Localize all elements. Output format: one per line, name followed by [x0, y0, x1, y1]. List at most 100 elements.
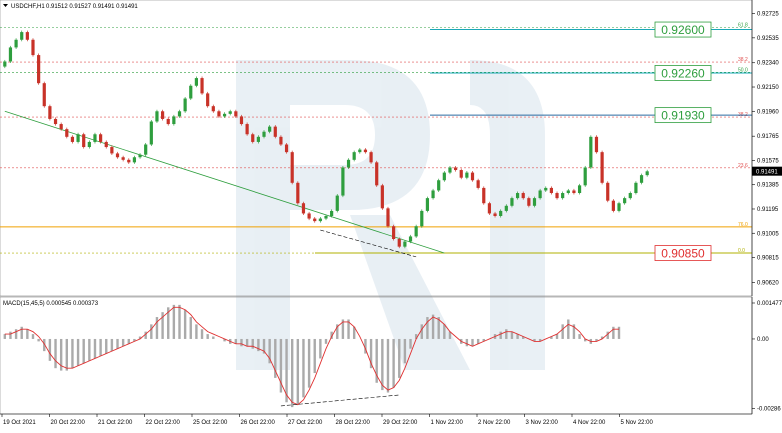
y-tick-label: 0.91575: [757, 158, 779, 164]
candle-body: [217, 111, 221, 117]
candle-body: [301, 203, 306, 214]
chart-window: 61.8 38.2 50.0 38.2 23.6 76.0 0.0 0.92600 0.9226…: [0, 0, 782, 428]
price-y-axis: 0.92725 0.92535 0.92340 0.92150 0.91960 0.917…: [751, 0, 782, 296]
candle-body: [386, 208, 390, 227]
watermark-logo: [236, 60, 545, 370]
candle-body: [211, 106, 215, 112]
macd-y-tick-label: -0.00286: [757, 407, 781, 413]
macd-y-tick-label: 0.001477: [757, 301, 782, 307]
candle-body: [87, 141, 91, 148]
candle-body: [369, 152, 373, 163]
candle-body: [189, 85, 193, 99]
candle-body: [437, 180, 441, 191]
candle-body: [138, 154, 142, 158]
macd-y-tick-label: 0.00: [757, 337, 769, 343]
x-tick-label: 5 Nov 22:00: [621, 420, 654, 426]
candle-body: [504, 205, 508, 211]
candle-body: [3, 61, 7, 67]
candle-body: [555, 193, 559, 199]
candle-body: [431, 190, 435, 199]
candle-body: [200, 78, 204, 94]
candle-body: [617, 203, 621, 211]
candle-body: [149, 121, 153, 145]
candle-body: [414, 226, 418, 237]
target-label: 0.92260: [661, 66, 705, 80]
candle-body: [482, 187, 486, 204]
candle-body: [155, 111, 159, 122]
candle-body: [256, 136, 260, 142]
candle-body: [25, 32, 29, 40]
candle-body: [352, 152, 356, 160]
current-price-label: 0.91491: [756, 169, 778, 175]
time-x-axis: 19 Oct 2021 20 Oct 22:00 21 Oct 22:00 22 Oc…: [1, 414, 654, 426]
x-tick-label: 28 Oct 22:00: [336, 420, 371, 426]
fib-level-label: 50.0: [738, 67, 748, 73]
candle-body: [262, 131, 266, 137]
y-tick-label: 0.91195: [757, 207, 779, 213]
candle-body: [515, 193, 520, 199]
candle-body: [606, 182, 610, 201]
candle-body: [121, 157, 125, 160]
candle-body: [160, 111, 165, 119]
candle-body: [206, 93, 210, 107]
fib-level-label: 76.0: [738, 222, 748, 228]
candle-body: [330, 210, 334, 217]
candle-body: [611, 200, 615, 211]
candle-body: [279, 136, 283, 145]
y-tick-label: 0.91005: [757, 231, 779, 237]
candle-body: [577, 185, 582, 194]
candle-body: [70, 136, 75, 142]
triangle-down-icon[interactable]: [3, 4, 8, 7]
candle-body: [194, 78, 198, 86]
candle-body: [589, 136, 593, 168]
candle-body: [110, 147, 114, 154]
candle-body: [222, 113, 227, 117]
candle-body: [600, 152, 604, 183]
x-tick-label: 26 Oct 22:00: [241, 420, 276, 426]
candle-body: [48, 106, 52, 119]
candle-body: [465, 172, 469, 178]
candle-body: [470, 172, 475, 181]
x-tick-label: 22 Oct 22:00: [146, 420, 181, 426]
candle-body: [628, 193, 632, 199]
y-tick-label: 0.92340: [757, 61, 779, 67]
candle-body: [572, 190, 576, 194]
candle-body: [65, 129, 69, 137]
candle-body: [448, 167, 452, 173]
candle-body: [132, 157, 137, 163]
candle-body: [375, 162, 379, 186]
candle-body: [538, 190, 542, 199]
candle-body: [76, 134, 80, 142]
x-tick-label: 27 Oct 22:00: [288, 420, 323, 426]
candle-body: [307, 213, 311, 219]
x-tick-label: 19 Oct 2021: [3, 420, 36, 426]
candle-body: [499, 210, 503, 217]
candle-body: [290, 152, 294, 183]
candle-body: [493, 213, 497, 217]
candle-body: [476, 180, 480, 188]
candle-body: [335, 195, 339, 211]
x-tick-label: 3 Nov 22:00: [526, 420, 559, 426]
candle-body: [324, 216, 328, 219]
candle-body: [318, 218, 322, 222]
candle-body: [459, 170, 463, 178]
macd-label: MACD(15,45,5) 0.000545 0.000373: [3, 301, 99, 307]
candle-body: [634, 182, 638, 194]
candle-body: [99, 134, 103, 142]
candle-body: [251, 134, 255, 142]
x-tick-label: 29 Oct 22:00: [383, 420, 418, 426]
candle-body: [532, 198, 537, 206]
candle-body: [8, 47, 13, 62]
y-tick-label: 0.92150: [757, 85, 779, 91]
candle-body: [273, 126, 277, 137]
candle-body: [408, 236, 413, 242]
chart-header: USDCHF,H1 0.91512 0.91527 0.91491 0.9149…: [3, 4, 138, 10]
candle-body: [144, 144, 148, 155]
target-label: 0.92600: [661, 23, 705, 37]
candle-body: [566, 190, 570, 194]
candle-body: [341, 167, 345, 196]
candle-body: [93, 134, 97, 142]
y-tick-label: 0.90815: [757, 256, 779, 262]
candle-body: [127, 159, 131, 163]
header-symbol: USDCHF,H1: [11, 4, 45, 10]
